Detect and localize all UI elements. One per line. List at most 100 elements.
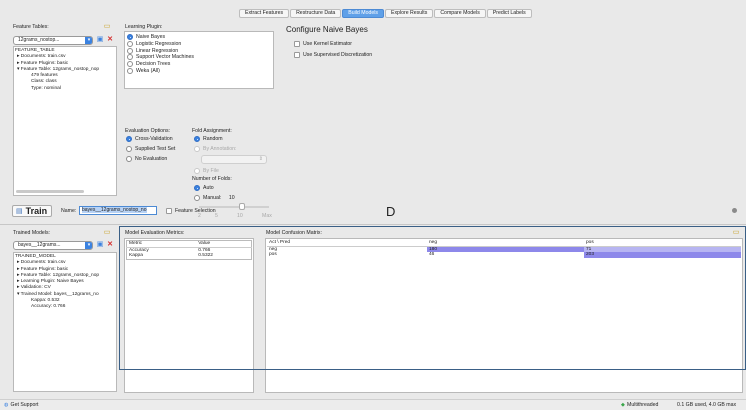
kernel-estimator-label: Use Kernel Estimator <box>303 41 353 47</box>
folder-open-icon[interactable]: ▭ <box>103 23 111 31</box>
trained-models-label: Trained Models: <box>13 230 51 236</box>
metric-name: Kappa <box>129 253 143 258</box>
auto-label: Auto <box>203 185 214 191</box>
memory-usage: 0.1 GB used, 4.0 GB max <box>677 402 737 408</box>
table-row[interactable]: Kappa 0.5322 <box>127 253 252 259</box>
manual-label: Manual: <box>203 195 222 201</box>
metrics-panel: Metric Value Accuracy 0.766 Kappa 0.5322 <box>124 238 254 393</box>
folder-open-icon[interactable]: ▭ <box>103 229 111 237</box>
evaluation-options-label: Evaluation Options: <box>125 128 170 134</box>
chevron-updown-icon: ⇕ <box>258 156 263 162</box>
feature-table-combo-value: 12grams_nostop... <box>18 37 60 43</box>
threads-icon: ◆ <box>621 402 625 408</box>
model-name-label: Name: <box>61 208 77 214</box>
learning-plugin-option-label: Linear Regression <box>136 47 179 54</box>
radio-by-file[interactable]: By File <box>194 168 219 174</box>
multithreaded-indicator: ◆ Multithreaded <box>621 402 658 408</box>
trained-model-combo-value: bayes__12grams... <box>18 242 61 248</box>
tab-build-models[interactable]: Build Models <box>342 9 384 18</box>
metric-value: 0.5322 <box>198 253 213 258</box>
random-label: Random <box>203 136 223 142</box>
get-support-link[interactable]: ◍ Get Support <box>4 402 39 408</box>
radio-manual[interactable]: Manual: 10 <box>194 195 235 201</box>
manual-value: 10 <box>228 195 235 201</box>
tab-predict-labels[interactable]: Predict Labels <box>486 9 532 18</box>
supervised-discretization-checkbox[interactable]: Use Supervised Discretization <box>294 52 372 58</box>
by-file-label: By File <box>203 168 219 174</box>
supervised-discretization-label: Use Supervised Discretization <box>303 52 373 58</box>
radio-supplied-test-set[interactable]: Supplied Test Set <box>126 146 175 152</box>
kernel-estimator-checkbox[interactable]: Use Kernel Estimator <box>294 41 352 47</box>
top-tab-bar: Extract Features Restructure Data Build Mo… <box>239 9 532 18</box>
train-button[interactable]: ▤ Train <box>12 205 52 217</box>
train-icon: ▤ <box>16 208 23 215</box>
learning-plugin-panel: Naive Bayes Logistic Regression Linear Reg… <box>124 31 274 89</box>
radio-logistic-regression[interactable]: Logistic Regression <box>127 40 182 47</box>
radio-support-vector-machines[interactable]: Support Vector Machines <box>127 54 194 61</box>
radio-auto[interactable]: Auto <box>194 185 214 191</box>
get-support-label: Get Support <box>10 402 39 408</box>
learning-plugin-option-label: Support Vector Machines <box>136 54 194 61</box>
tab-explore-results[interactable]: Explore Results <box>384 9 434 18</box>
cursor-letter: D <box>386 204 396 219</box>
metrics-table: Metric Value Accuracy 0.766 Kappa 0.5322 <box>126 240 252 260</box>
configure-title: Configure Naive Bayes <box>286 25 368 34</box>
confusion-matrix-panel: Act \ Pred neg pos neg 180 71 pos 46 203 <box>265 238 743 393</box>
feature-table-tree: FEATURE_TABLE ▸ Documents: train.csv ▸ Fea… <box>15 48 99 92</box>
feature-tables-label: Feature Tables: <box>13 24 49 30</box>
supplied-test-set-label: Supplied Test Set <box>135 146 176 152</box>
train-button-label: Train <box>25 206 48 216</box>
radio-weka-all-[interactable]: Weka (All) <box>127 68 160 74</box>
learning-plugin-option-label: Decision Trees <box>136 61 171 68</box>
radio-random[interactable]: Random <box>194 136 223 142</box>
by-annotation-label: By Annotation: <box>203 146 237 152</box>
multithreaded-label: Multithreaded <box>627 402 659 408</box>
radio-cross-validation[interactable]: Cross-Validation <box>126 136 173 142</box>
confusion-matrix-table: Act \ Pred neg pos neg 180 71 pos 46 203 <box>267 240 741 258</box>
folds-slider-thumb[interactable] <box>239 203 245 210</box>
feature-selection-checkbox[interactable]: Feature Selection <box>166 208 216 214</box>
slider-label-10: 10 <box>237 213 243 219</box>
radio-decision-trees[interactable]: Decision Trees <box>127 61 171 68</box>
confusion-row-label: pos <box>269 252 277 257</box>
table-row[interactable]: pos 46 203 <box>267 252 741 258</box>
feature-selection-label: Feature Selection <box>175 208 216 214</box>
radio-naive-bayes[interactable]: Naive Bayes <box>127 34 165 40</box>
chevron-down-icon: ▾ <box>85 37 92 44</box>
model-name-value: bayes__12grams_nostop_no <box>82 207 147 213</box>
horizontal-scrollbar[interactable] <box>16 190 84 193</box>
learning-plugin-option-label: Logistic Regression <box>136 40 182 47</box>
learning-plugin-label: Learning Plugin: <box>125 24 163 30</box>
radio-no-evaluation[interactable]: No Evaluation <box>126 156 167 162</box>
tree-item[interactable]: Type: nominal <box>15 86 99 92</box>
tab-extract-features[interactable]: Extract Features <box>239 9 290 18</box>
help-icon: ◍ <box>4 402 9 408</box>
export-icon[interactable]: ▭ <box>732 229 740 237</box>
radio-linear-regression[interactable]: Linear Regression <box>127 47 179 54</box>
tree-item[interactable]: Accuracy: 0.766 <box>15 304 99 310</box>
tab-restructure-data[interactable]: Restructure Data <box>290 9 342 18</box>
cross-validation-label: Cross-Validation <box>135 136 173 142</box>
chevron-down-icon: ▾ <box>85 242 92 249</box>
tab-compare-models[interactable]: Compare Models <box>434 9 486 18</box>
slider-label-max: Max <box>262 213 272 219</box>
confusion-matrix-label: Model Confusion Matrix: <box>266 230 322 236</box>
save-icon[interactable]: ▣ <box>96 36 104 44</box>
save-icon[interactable]: ▣ <box>96 241 104 249</box>
learning-plugin-option-label: Naive Bayes <box>136 34 166 40</box>
delete-icon[interactable]: ✕ <box>106 241 114 249</box>
number-of-folds-label: Number of Folds: <box>192 176 232 182</box>
trained-model-tree: TRAINED_MODEL ▸ Documents: train.csv ▸ Fea… <box>15 254 99 311</box>
status-indicator-icon <box>732 208 737 213</box>
learning-plugin-option-label: Weka (All) <box>136 68 160 74</box>
feature-table-combo[interactable]: 12grams_nostop... ▾ <box>13 36 93 45</box>
divider <box>0 224 746 225</box>
delete-icon[interactable]: ✕ <box>106 36 114 44</box>
trained-model-combo[interactable]: bayes__12grams... ▾ <box>13 241 93 250</box>
confusion-cell: 46 <box>427 252 584 258</box>
radio-by-annotation[interactable]: By Annotation: <box>194 146 236 152</box>
model-name-input[interactable]: bayes__12grams_nostop_no <box>79 206 157 215</box>
annotation-combo[interactable]: ⇕ <box>201 155 267 164</box>
trained-model-tree-panel: TRAINED_MODEL ▸ Documents: train.csv ▸ Fea… <box>13 252 117 392</box>
fold-assignment-label: Fold Assignment: <box>192 128 232 134</box>
